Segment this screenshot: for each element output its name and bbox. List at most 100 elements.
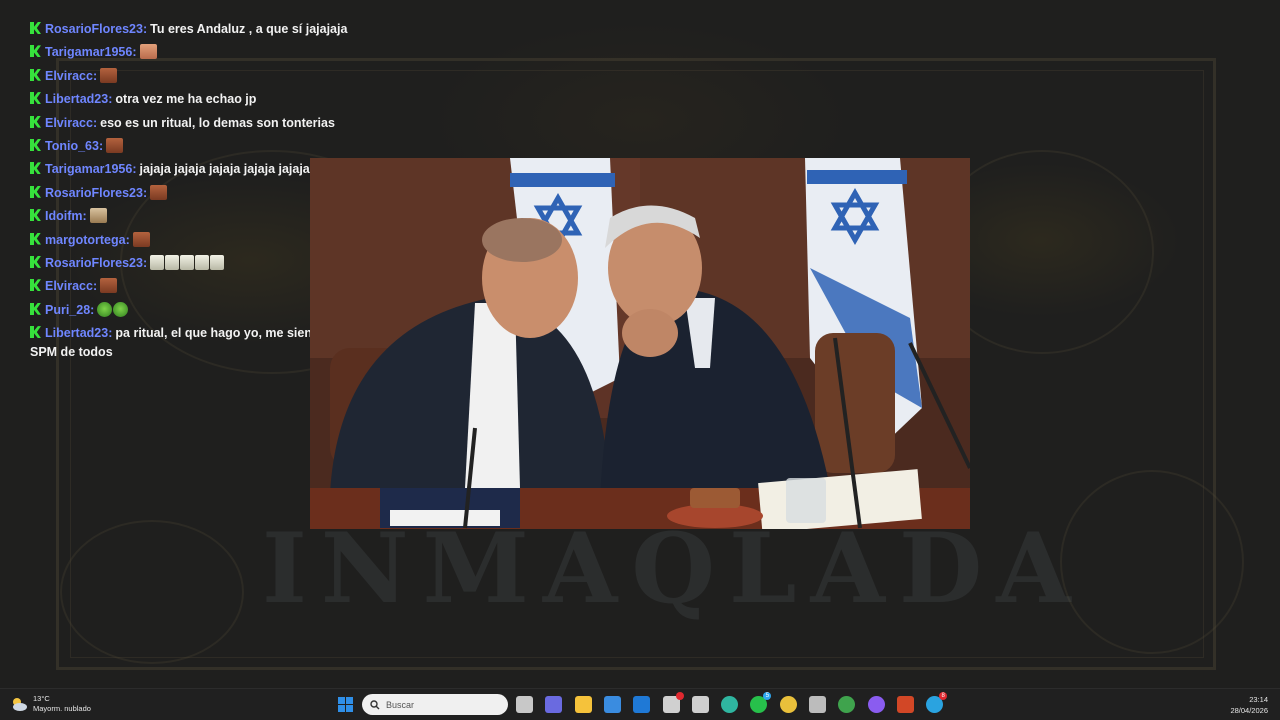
chat-message: RosarioFlores23: Tu eres Andaluz , a que … (30, 20, 500, 39)
outlook-icon[interactable] (633, 696, 651, 713)
kick-logo-icon (30, 162, 41, 175)
chat-username[interactable]: Tarigamar1956 (45, 162, 132, 176)
stream-overlay: INMAQLADA RosarioFlores23: Tu eres Andalu… (0, 0, 1280, 688)
whatsapp-icon[interactable]: 5 (750, 692, 772, 713)
ornament-bottom-left (60, 520, 244, 664)
kick-logo-icon (30, 22, 41, 34)
chat-emote-skull-icon (210, 254, 225, 270)
search-placeholder: Buscar (386, 699, 415, 710)
file-explorer-icon[interactable] (574, 696, 592, 713)
clock-time: 23:14 (1249, 695, 1268, 704)
kick-logo-icon (30, 138, 41, 151)
photo-scene (310, 158, 970, 529)
notification-badge (675, 692, 684, 700)
chat-separator: : (142, 22, 148, 36)
edge-icon[interactable] (721, 696, 739, 713)
chat-emote-skull-icon (150, 254, 165, 270)
kick-logo-icon (30, 45, 41, 58)
chat-emote-skull-icon (165, 254, 180, 270)
chat-emote-skull-icon (195, 254, 210, 270)
ms-store-icon[interactable] (603, 696, 621, 713)
weather-desc: Mayorm. nublado (33, 704, 91, 713)
chat-username[interactable]: RosarioFlores23 (45, 186, 143, 200)
telegram-icon[interactable]: 8 (926, 692, 948, 713)
chat-username[interactable]: Libertad23 (45, 92, 108, 106)
kick-logo-icon (30, 279, 41, 292)
chat-emote-face3-icon (89, 208, 107, 224)
chat-username[interactable]: Idoifm (45, 209, 83, 223)
chat-separator: : (82, 209, 87, 224)
chat-separator: : (132, 162, 137, 177)
chat-separator: : (142, 255, 148, 270)
chat-emote-face-icon (150, 184, 168, 200)
chat-username[interactable]: Elviracc (45, 69, 93, 83)
windows-start-icon[interactable] (337, 696, 354, 713)
ornament-bottom-right (1060, 470, 1244, 654)
teams-icon[interactable] (545, 696, 563, 713)
chat-separator: : (92, 68, 98, 83)
chat-separator: : (98, 138, 104, 153)
chat-separator: : (90, 302, 95, 317)
chat-username[interactable]: Puri_28 (45, 303, 90, 317)
circle-app-icon[interactable] (867, 696, 885, 713)
clock-date: 28/04/2026 (1230, 706, 1268, 715)
system-clock[interactable]: 23:14 28/04/2026 (1230, 694, 1268, 716)
chat-username[interactable]: RosarioFlores23 (45, 22, 143, 36)
chat-emote-skull-icon (180, 254, 195, 270)
chrome-profile-icon[interactable] (838, 696, 856, 713)
kick-logo-icon (30, 232, 41, 245)
chat-separator: : (125, 232, 130, 247)
chat-emote-frog-icon (113, 301, 129, 317)
chat-emote-face-icon (100, 67, 118, 83)
chat-message: Elviracc: eso es un ritual, lo demas son … (30, 114, 500, 133)
chat-emote-face2-icon (139, 44, 157, 60)
chat-message: Elviracc: (30, 67, 500, 86)
kick-logo-icon (30, 185, 41, 198)
chat-emote-frog-icon (97, 301, 113, 317)
chat-emote-face-icon (100, 278, 118, 294)
chat-separator: : (132, 45, 137, 60)
chat-username[interactable]: Elviracc (45, 116, 93, 130)
kick-logo-icon (30, 302, 41, 315)
chat-username[interactable]: RosarioFlores23 (45, 256, 143, 270)
search-icon (370, 699, 380, 709)
chat-separator: : (92, 279, 98, 294)
weather-widget[interactable]: 13°C Mayorm. nublado (10, 694, 91, 714)
powerpoint-icon[interactable] (896, 696, 914, 713)
kick-logo-icon (30, 68, 41, 81)
weather-temp: 13°C (33, 694, 50, 703)
chat-username[interactable]: margotortega (45, 233, 126, 247)
chat-separator: : (142, 185, 148, 200)
chat-message: Tarigamar1956: (30, 43, 500, 62)
taskbar-search-input[interactable]: Buscar (362, 694, 508, 715)
chat-emote-face-icon (106, 137, 124, 153)
chat-separator: : (92, 115, 98, 130)
chat-text: jajaja jajaja jajaja jajaja jajaja (139, 162, 310, 177)
chat-message: Tonio_63: (30, 137, 500, 156)
news-photo (310, 158, 970, 529)
chat-username[interactable]: Tonio_63 (45, 139, 99, 153)
chat-separator: : (108, 92, 113, 107)
kick-logo-icon (30, 255, 41, 268)
kick-logo-icon (30, 209, 41, 222)
chat-text: otra vez me ha echao jp (115, 92, 257, 107)
chrome-icon[interactable] (779, 696, 797, 713)
chat-username[interactable]: Elviracc (45, 279, 93, 293)
chat-text: Tu eres Andaluz , a que sí jajajaja (150, 22, 348, 36)
notification-badge: 5 (763, 692, 772, 700)
chat-text: eso es un ritual, lo demas son tonterias (100, 115, 335, 130)
unity-icon[interactable] (691, 696, 709, 713)
kick-logo-icon (30, 115, 41, 128)
chat-username[interactable]: Tarigamar1956 (45, 45, 132, 59)
windows-taskbar: 13°C Mayorm. nublado Buscar 5 8 23:14 28/… (0, 688, 1280, 720)
task-view-icon[interactable] (516, 696, 533, 713)
notification-badge: 8 (939, 692, 948, 700)
chat-message: Libertad23: otra vez me ha echao jp (30, 90, 500, 109)
kick-logo-icon (30, 326, 41, 339)
steam-icon[interactable] (809, 696, 826, 713)
obs-icon[interactable] (662, 692, 684, 713)
chat-emote-face-icon (132, 231, 150, 247)
cloud-sun-icon (13, 698, 27, 711)
chat-separator: : (108, 326, 113, 341)
chat-username[interactable]: Libertad23 (45, 326, 108, 340)
